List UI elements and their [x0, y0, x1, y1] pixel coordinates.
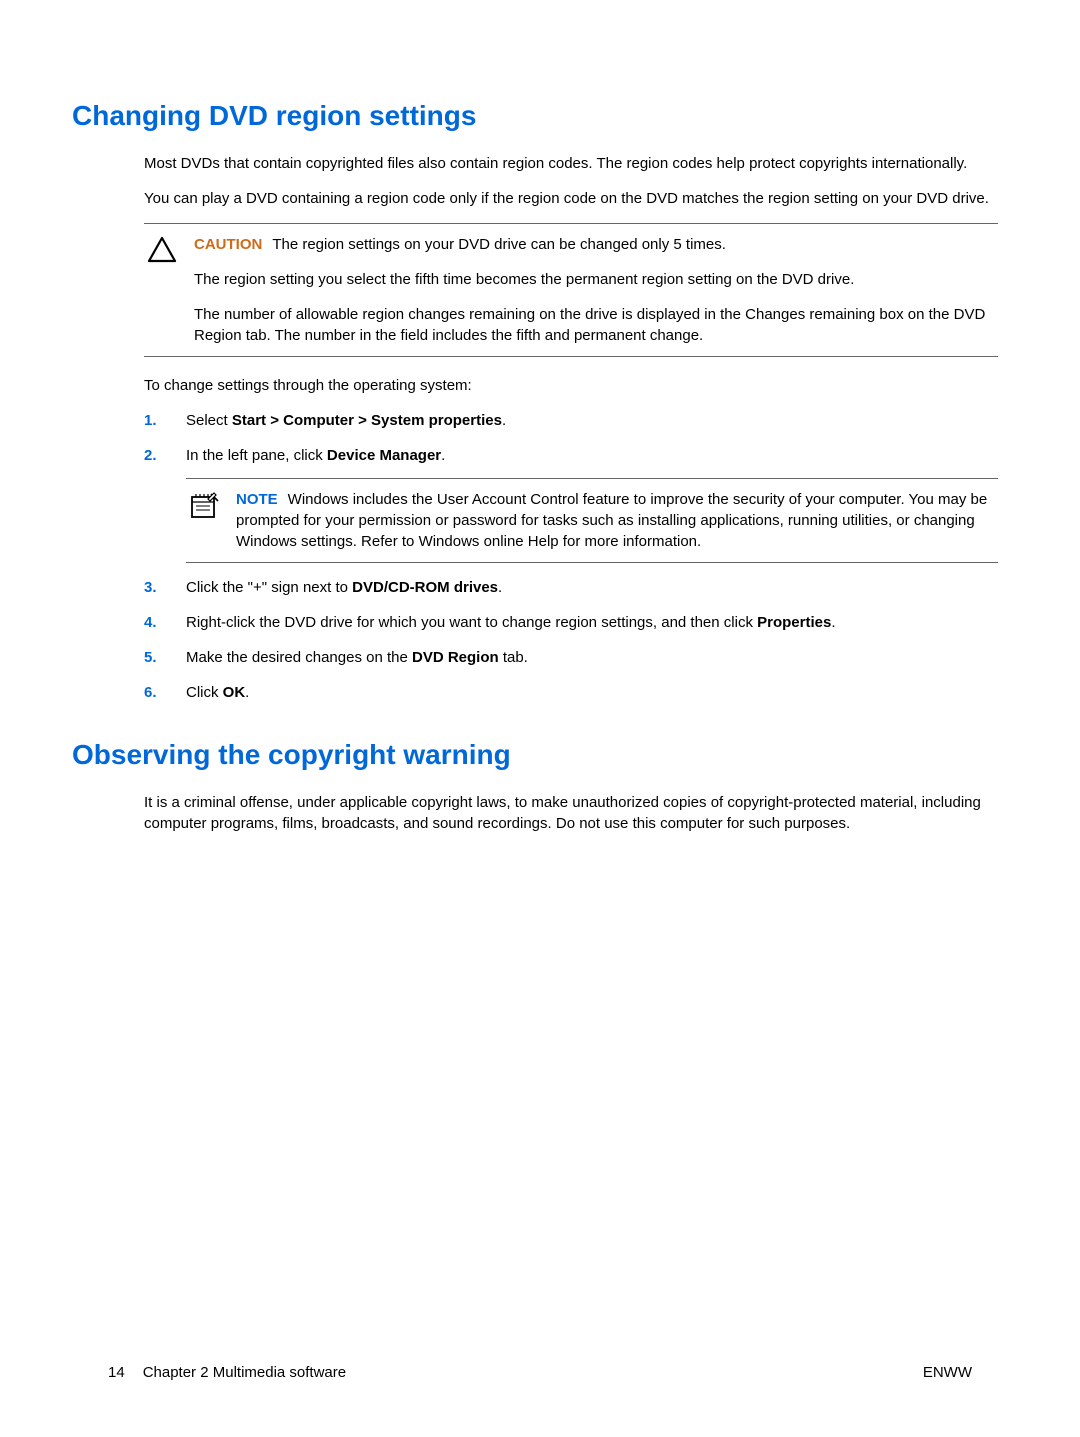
para-intro-2: You can play a DVD containing a region c…: [144, 188, 998, 209]
step-3-post: .: [498, 579, 502, 596]
step-4-pre: Right-click the DVD drive for which you …: [186, 614, 757, 631]
step-3-bold: DVD/CD-ROM drives: [352, 579, 498, 596]
caution-callout: CAUTION The region settings on your DVD d…: [144, 223, 998, 357]
step-4-bold: Properties: [757, 614, 831, 631]
step-5-bold: DVD Region: [412, 649, 499, 666]
note-icon: [186, 489, 222, 552]
note-text: Windows includes the User Account Contro…: [236, 491, 987, 550]
section1-body: Most DVDs that contain copyrighted files…: [144, 153, 998, 703]
step-1-bold: Start > Computer > System properties: [232, 412, 502, 429]
caution-line-2: The region setting you select the fifth …: [194, 269, 998, 290]
step-3: Click the "+" sign next to DVD/CD-ROM dr…: [144, 577, 998, 598]
section2-body: It is a criminal offense, under applicab…: [144, 792, 998, 834]
step-5: Make the desired changes on the DVD Regi…: [144, 647, 998, 668]
step-6-post: .: [245, 684, 249, 701]
section-heading-dvd-region: Changing DVD region settings: [72, 96, 1008, 135]
note-body: NOTEWindows includes the User Account Co…: [236, 489, 998, 552]
caution-body: CAUTION The region settings on your DVD d…: [194, 234, 998, 346]
chapter-label: Chapter 2 Multimedia software: [143, 1362, 346, 1383]
caution-label: CAUTION: [194, 236, 262, 253]
note-label: NOTE: [236, 491, 278, 508]
para-change-intro: To change settings through the operating…: [144, 375, 998, 396]
note-callout: NOTEWindows includes the User Account Co…: [186, 478, 998, 563]
page-footer: 14 Chapter 2 Multimedia software ENWW: [108, 1362, 972, 1383]
step-2: In the left pane, click Device Manager.: [144, 445, 998, 563]
step-3-pre: Click the "+" sign next to: [186, 579, 352, 596]
step-2-bold: Device Manager: [327, 447, 441, 464]
step-4: Right-click the DVD drive for which you …: [144, 612, 998, 633]
step-5-pre: Make the desired changes on the: [186, 649, 412, 666]
para-intro-1: Most DVDs that contain copyrighted files…: [144, 153, 998, 174]
step-6-bold: OK: [223, 684, 246, 701]
step-2-pre: In the left pane, click: [186, 447, 327, 464]
step-1: Select Start > Computer > System propert…: [144, 410, 998, 431]
step-2-post: .: [441, 447, 445, 464]
section-heading-copyright: Observing the copyright warning: [72, 735, 1008, 774]
step-1-post: .: [502, 412, 506, 429]
page-number: 14: [108, 1362, 125, 1383]
step-4-post: .: [831, 614, 835, 631]
steps-list: Select Start > Computer > System propert…: [144, 410, 998, 703]
footer-right: ENWW: [923, 1362, 972, 1383]
step-6-pre: Click: [186, 684, 223, 701]
step-6: Click OK.: [144, 682, 998, 703]
step-1-pre: Select: [186, 412, 232, 429]
caution-line-1: CAUTION The region settings on your DVD d…: [194, 234, 998, 255]
caution-line-3: The number of allowable region changes r…: [194, 304, 998, 346]
copyright-para: It is a criminal offense, under applicab…: [144, 792, 998, 834]
caution-icon: [144, 234, 180, 346]
footer-left: 14 Chapter 2 Multimedia software: [108, 1362, 346, 1383]
caution-text-1: The region settings on your DVD drive ca…: [272, 236, 726, 253]
note-line: NOTEWindows includes the User Account Co…: [236, 489, 998, 552]
step-5-post: tab.: [499, 649, 528, 666]
